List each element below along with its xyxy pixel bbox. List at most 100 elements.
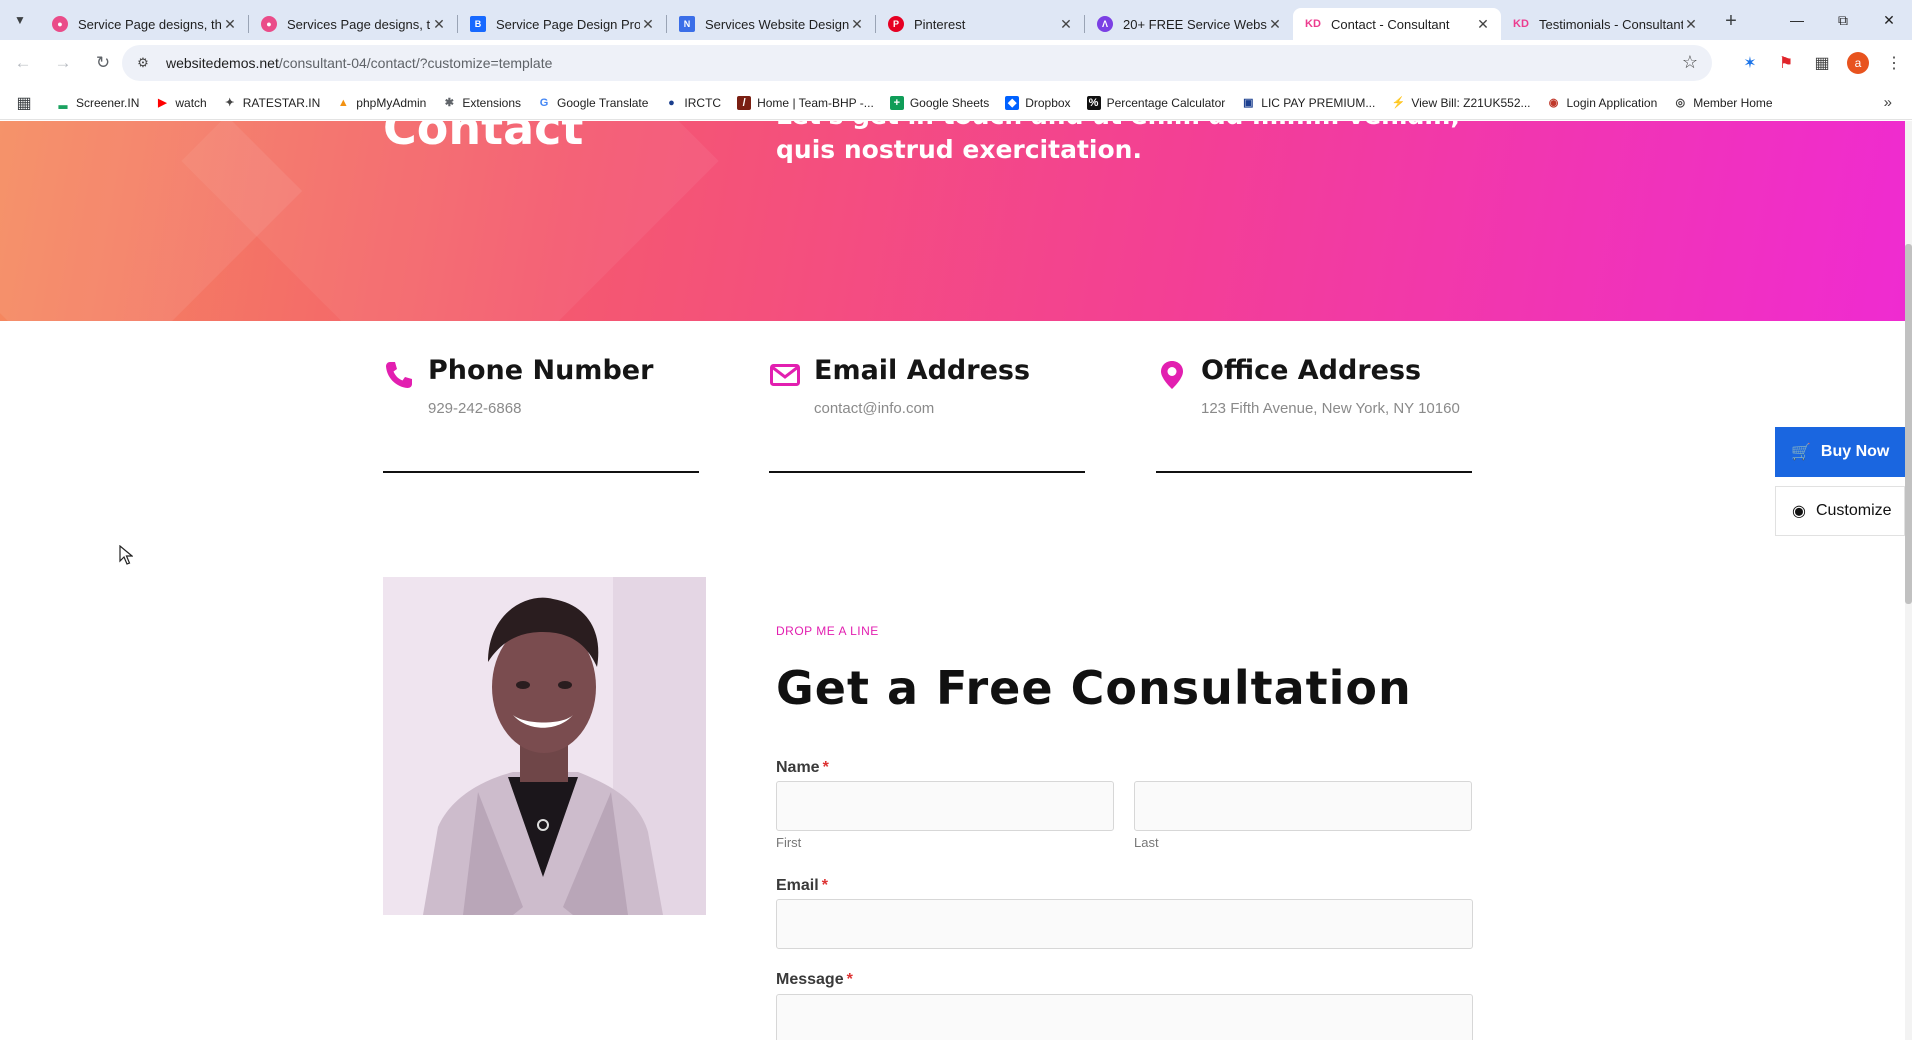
email-label: Email * [776, 877, 828, 895]
office-value: 123 Fifth Avenue, New York, NY 10160 [1201, 400, 1460, 417]
message-textarea[interactable] [776, 994, 1473, 1040]
tab-0[interactable]: ● Service Page designs, the ✕ [40, 8, 248, 40]
bookmark-label: Screener.IN [76, 95, 140, 110]
last-name-input[interactable] [1134, 781, 1472, 831]
page-title: Contact [383, 121, 584, 155]
bookmark-label: Percentage Calculator [1106, 95, 1226, 110]
required-asterisk: * [846, 971, 853, 988]
star-icon: ✦ [225, 96, 235, 109]
notion-icon: N [679, 16, 695, 32]
address-bar[interactable]: ⚙ websitedemos.net/consultant-04/contact… [122, 45, 1712, 81]
palette-icon: ◉ [1792, 503, 1806, 520]
close-icon[interactable]: ✕ [849, 16, 865, 33]
tab-7[interactable]: KD Testimonials - Consultant ✕ [1501, 8, 1709, 40]
tab-6-active[interactable]: KD Contact - Consultant ✕ [1293, 8, 1501, 40]
name-label-text: Name [776, 759, 820, 776]
train-icon: ● [668, 96, 675, 109]
contact-email-block: Email Address contact@info.com [769, 355, 1085, 473]
forward-arrow-icon[interactable]: → [46, 46, 80, 80]
buy-now-button[interactable]: 🛒 Buy Now [1775, 427, 1905, 477]
extensions-puzzle-icon[interactable]: ▦ [1804, 53, 1840, 73]
tab-5[interactable]: Λ 20+ FREE Service Website ✕ [1085, 8, 1293, 40]
form-title: Get a Free Consultation [776, 661, 1412, 715]
url-text[interactable]: websitedemos.net/consultant-04/contact/?… [166, 55, 552, 71]
hero-banner: Contact Let's get in touch and ut enim a… [0, 121, 1905, 321]
bookmarks-overflow-chevron-icon[interactable]: » [1884, 94, 1892, 111]
close-icon[interactable]: ✕ [640, 16, 656, 33]
bhp-icon: / [737, 95, 752, 110]
bookmark-screener[interactable]: ▂ Screener.IN [48, 96, 147, 110]
reload-icon[interactable]: ↻ [86, 46, 120, 80]
bookmark-lic[interactable]: ▣ LIC PAY PREMIUM... [1233, 96, 1383, 110]
bookmark-label: Google Sheets [909, 95, 990, 110]
required-asterisk: * [822, 759, 829, 776]
bookmark-label: watch [175, 95, 207, 110]
bookmark-login-application[interactable]: ◉ Login Application [1539, 96, 1666, 110]
close-icon[interactable]: ✕ [1683, 16, 1699, 33]
close-icon[interactable]: ✕ [1267, 16, 1283, 33]
bookmark-ratestar[interactable]: ✦ RATESTAR.IN [215, 96, 329, 110]
customize-button[interactable]: ◉ Customize [1775, 486, 1905, 536]
office-heading: Office Address [1201, 355, 1422, 386]
tab-title: Services Page designs, the [287, 16, 431, 32]
apps-grid-icon[interactable]: ▦ [0, 93, 48, 113]
tab-3[interactable]: N Services Website Designs ✕ [667, 8, 875, 40]
menu-kebab-icon[interactable]: ⋮ [1876, 53, 1912, 73]
bookmark-label: Member Home [1693, 95, 1773, 110]
php-icon: ▲ [337, 96, 349, 109]
restore-icon[interactable]: ⧉ [1820, 0, 1866, 40]
sheets-icon: + [889, 95, 904, 110]
scrollbar-thumb[interactable] [1905, 244, 1912, 604]
tab-title: Pinterest [914, 16, 966, 32]
bookmark-phpmyadmin[interactable]: ▲ phpMyAdmin [328, 96, 434, 110]
profile-avatar[interactable]: a [1847, 52, 1869, 74]
email-heading: Email Address [814, 355, 1031, 386]
dribbble-icon: ● [261, 16, 277, 32]
bookmark-percentage-calculator[interactable]: % Percentage Calculator [1079, 95, 1234, 110]
bookmark-label: IRCTC [684, 95, 722, 110]
extension-globe-icon[interactable]: ✶ [1732, 53, 1768, 73]
close-icon[interactable]: ✕ [1058, 16, 1074, 33]
bookmark-google-translate[interactable]: G Google Translate [529, 96, 656, 110]
bookmark-google-sheets[interactable]: + Google Sheets [882, 95, 997, 110]
close-window-icon[interactable]: ✕ [1866, 0, 1912, 40]
url-host: websitedemos.net [166, 55, 279, 71]
close-icon[interactable]: ✕ [1475, 16, 1491, 33]
minimize-icon[interactable]: — [1774, 0, 1820, 40]
phone-icon [386, 362, 412, 388]
puzzle-icon: ✱ [444, 96, 454, 109]
bookmark-member-home[interactable]: ◎ Member Home [1665, 96, 1780, 110]
customize-label: Customize [1815, 502, 1892, 519]
extension-shield-icon[interactable]: ⚑ [1768, 53, 1804, 73]
form-eyebrow: DROP ME A LINE [776, 624, 879, 638]
tab-4[interactable]: P Pinterest ✕ [876, 8, 1084, 40]
browser-tab-strip: ▼ ● Service Page designs, the ✕ ● Servic… [0, 0, 1912, 40]
email-input[interactable] [776, 899, 1473, 949]
phone-heading: Phone Number [428, 355, 654, 386]
bookmark-dropbox[interactable]: ◆ Dropbox [997, 95, 1078, 110]
bookmark-star-icon[interactable]: ☆ [1682, 52, 1698, 73]
envelope-icon [770, 364, 800, 386]
bookmark-watch[interactable]: ▶ watch [147, 96, 214, 110]
bookmark-team-bhp[interactable]: / Home | Team-BHP -... [729, 95, 882, 110]
consultant-portrait-photo [383, 577, 706, 915]
window-controls: — ⧉ ✕ [1774, 0, 1912, 40]
first-name-input[interactable] [776, 781, 1114, 831]
back-arrow-icon[interactable]: ← [6, 46, 40, 80]
bookmark-view-bill[interactable]: ⚡ View Bill: Z21UK552... [1383, 96, 1538, 110]
bookmark-irctc[interactable]: ● IRCTC [656, 96, 729, 110]
first-sublabel: First [776, 835, 802, 850]
pinterest-icon: P [888, 16, 904, 32]
tab-1[interactable]: ● Services Page designs, the ✕ [249, 8, 457, 40]
url-path: /consultant-04/contact/?customize=templa… [278, 55, 553, 71]
tab-2[interactable]: B Service Page Design Proje ✕ [458, 8, 666, 40]
kd-icon: KD [1305, 18, 1321, 30]
close-icon[interactable]: ✕ [431, 16, 447, 33]
new-tab-plus-icon[interactable]: + [1717, 8, 1745, 36]
portrait-illustration [383, 577, 706, 915]
bookmark-extensions[interactable]: ✱ Extensions [434, 96, 529, 110]
bill-icon: ⚡ [1391, 96, 1406, 109]
site-settings-icon[interactable]: ⚙ [130, 50, 156, 76]
close-icon[interactable]: ✕ [222, 16, 238, 33]
tab-search-chevron-icon[interactable]: ▼ [0, 0, 40, 40]
